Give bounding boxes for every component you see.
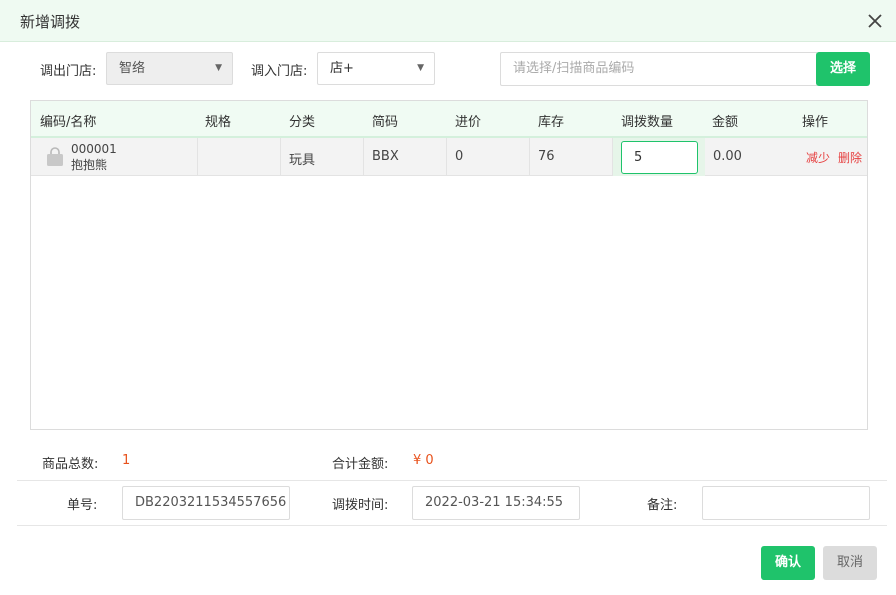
header-category: 分类: [289, 115, 316, 130]
confirm-button[interactable]: 确认: [761, 546, 815, 580]
cell-price: 0: [447, 138, 530, 176]
reduce-link[interactable]: 减少: [806, 149, 830, 166]
cell-short-code: BBX: [364, 138, 447, 176]
product-category: 玩具: [289, 153, 316, 168]
cancel-button[interactable]: 取消: [823, 546, 877, 580]
cell-quantity: 5: [613, 138, 705, 176]
cell-stock: 76: [530, 138, 613, 176]
header-short-code: 简码: [372, 115, 399, 130]
product-name: 抱抱熊: [71, 158, 108, 172]
table-row: 000001 抱抱熊 玩具 BBX 0 76 5 0.00 减少 删除: [31, 138, 867, 176]
product-amount: 0.00: [713, 149, 742, 164]
dialog-header: 新增调拨: [0, 0, 896, 42]
cell-category: 玩具: [281, 138, 364, 176]
header-code-name: 编码/名称: [40, 115, 97, 130]
out-store-select[interactable]: 智络 ▼: [106, 52, 233, 85]
header-quantity: 调拨数量: [621, 115, 674, 130]
cell-amount: 0.00: [705, 138, 795, 176]
order-no-field[interactable]: DB2203211534557656: [122, 486, 290, 520]
product-table: 编码/名称 规格 分类 简码 进价 库存 调拨数量 金额 操作 000001 抱…: [30, 100, 868, 430]
cell-code-name: 000001 抱抱熊: [31, 138, 198, 176]
product-search-input[interactable]: 请选择/扫描商品编码: [500, 52, 817, 86]
total-items-value: 1: [122, 453, 131, 468]
product-code: 000001: [71, 142, 117, 156]
cell-spec: [198, 138, 281, 176]
delete-link[interactable]: 删除: [838, 149, 862, 166]
chevron-down-icon: ▼: [215, 63, 222, 73]
chevron-down-icon: ▼: [417, 63, 424, 73]
in-store-label: 调入门店:: [251, 64, 308, 79]
order-no-label: 单号:: [67, 498, 98, 513]
divider-top: [17, 480, 887, 481]
header-spec: 规格: [205, 115, 232, 130]
product-price: 0: [455, 149, 464, 164]
header-amount: 金额: [712, 115, 739, 130]
product-short-code: BBX: [372, 149, 399, 164]
transfer-time-label: 调拨时间:: [332, 498, 389, 513]
in-store-value: 店+: [330, 61, 354, 76]
total-items-label: 商品总数:: [42, 457, 99, 472]
header-stock: 库存: [538, 115, 565, 130]
product-stock: 76: [538, 149, 555, 164]
out-store-label: 调出门店:: [40, 64, 97, 79]
remark-field[interactable]: [702, 486, 870, 520]
total-amount-label: 合计金额:: [332, 457, 389, 472]
transfer-dialog: 新增调拨 调出门店: 智络 ▼ 调入门店: 店+ ▼ 请选择/扫描商品编码 选择…: [0, 0, 896, 595]
divider-bottom: [17, 525, 887, 526]
in-store-select[interactable]: 店+ ▼: [317, 52, 435, 85]
quantity-input[interactable]: 5: [621, 141, 698, 174]
remark-label: 备注:: [647, 498, 678, 513]
header-actions: 操作: [802, 115, 829, 130]
out-store-value: 智络: [119, 61, 146, 76]
select-product-button[interactable]: 选择: [816, 52, 870, 86]
header-price: 进价: [455, 115, 482, 130]
search-placeholder: 请选择/扫描商品编码: [513, 61, 635, 76]
close-icon[interactable]: [866, 12, 884, 30]
total-amount-value: ¥ 0: [413, 453, 434, 468]
shopping-bag-icon: [47, 147, 63, 166]
table-header: 编码/名称 规格 分类 简码 进价 库存 调拨数量 金额 操作: [31, 101, 867, 138]
transfer-time-field[interactable]: 2022-03-21 15:34:55: [412, 486, 580, 520]
dialog-title: 新增调拨: [20, 13, 81, 31]
